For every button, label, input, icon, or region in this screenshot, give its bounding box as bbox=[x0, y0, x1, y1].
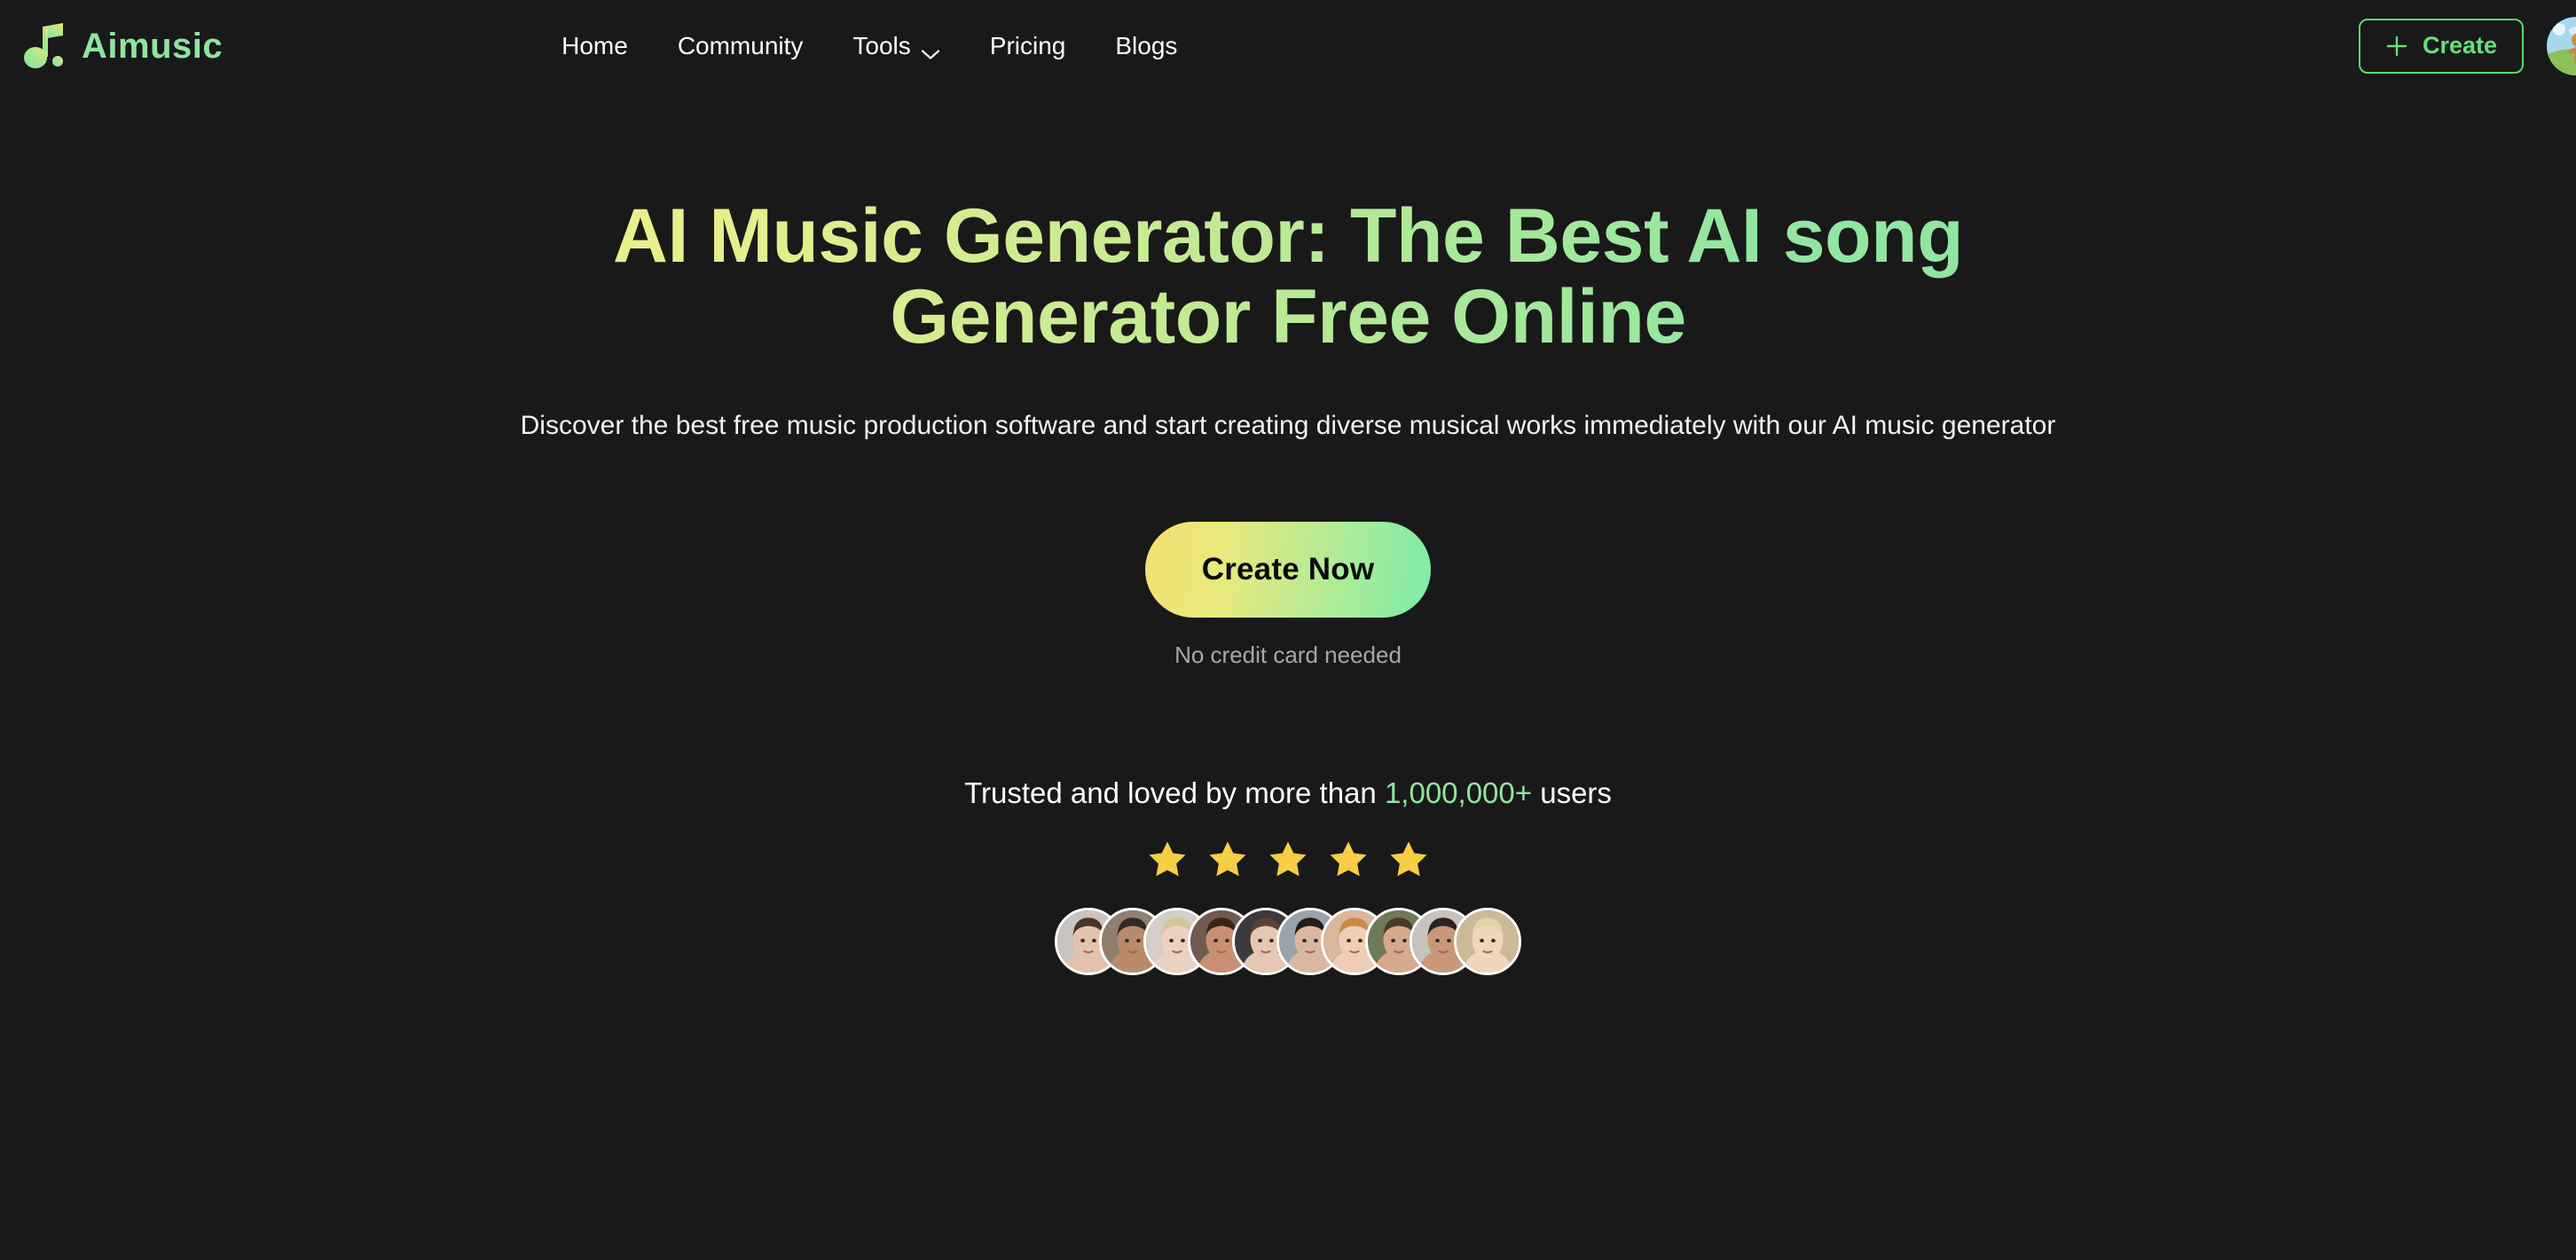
star-icon bbox=[1328, 839, 1369, 879]
chevron-down-icon bbox=[921, 40, 940, 59]
trusted-prefix: Trusted and loved by more than bbox=[964, 776, 1385, 809]
hero-section: AI Music Generator: The Best AI song Gen… bbox=[0, 91, 2576, 975]
star-rating bbox=[0, 839, 2576, 879]
no-credit-card-note: No credit card needed bbox=[1174, 641, 1402, 668]
social-proof-section: Trusted and loved by more than 1,000,000… bbox=[0, 778, 2576, 975]
nav-item-home[interactable]: Home bbox=[537, 25, 653, 67]
star-icon bbox=[1268, 839, 1308, 879]
trusted-suffix: users bbox=[1532, 776, 1612, 809]
brand-logo[interactable]: Aimusic bbox=[23, 21, 223, 71]
avatar bbox=[1454, 907, 1521, 975]
nav-item-pricing[interactable]: Pricing bbox=[965, 25, 1091, 67]
star-icon bbox=[1147, 839, 1188, 879]
nav-label: Home bbox=[562, 31, 628, 59]
brand-name: Aimusic bbox=[82, 26, 224, 66]
avatar-group bbox=[0, 907, 2576, 975]
user-count: 1,000,000+ bbox=[1384, 776, 1533, 809]
create-button[interactable]: Create bbox=[2358, 18, 2524, 74]
trusted-text: Trusted and loved by more than 1,000,000… bbox=[0, 778, 2576, 807]
star-icon bbox=[1388, 839, 1429, 879]
nav-label: Blogs bbox=[1115, 31, 1178, 59]
music-note-icon bbox=[23, 21, 69, 71]
plus-icon bbox=[2385, 35, 2408, 58]
nav-item-tools[interactable]: Tools bbox=[828, 25, 964, 67]
create-button-label: Create bbox=[2422, 32, 2497, 59]
create-now-button[interactable]: Create Now bbox=[1144, 521, 1432, 618]
nav-label: Tools bbox=[852, 31, 911, 59]
hero-subtitle: Discover the best free music production … bbox=[520, 411, 2056, 441]
nav-item-blogs[interactable]: Blogs bbox=[1090, 25, 1202, 67]
page-title: AI Music Generator: The Best AI song Gen… bbox=[507, 195, 2069, 358]
site-header: Aimusic Home Community Tools Pricing Blo… bbox=[0, 0, 2576, 91]
nav-label: Community bbox=[677, 31, 804, 59]
star-icon bbox=[1207, 839, 1248, 879]
nav-label: Pricing bbox=[989, 31, 1066, 59]
nav-item-community[interactable]: Community bbox=[653, 25, 829, 67]
user-avatar[interactable] bbox=[2547, 16, 2576, 75]
main-nav: Home Community Tools Pricing Blogs bbox=[537, 25, 1202, 67]
header-actions: Create bbox=[2358, 0, 2576, 91]
cta-container: Create Now No credit card needed bbox=[0, 521, 2576, 668]
